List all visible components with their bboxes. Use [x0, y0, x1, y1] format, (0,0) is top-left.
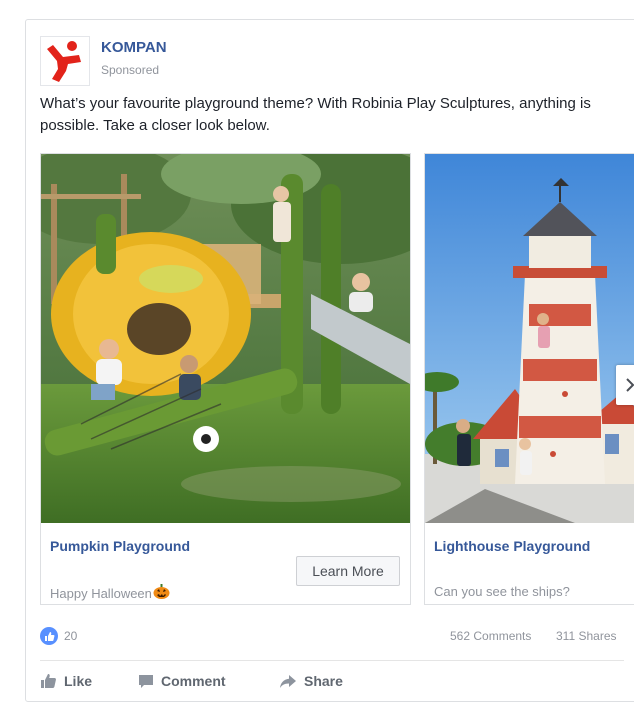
learn-more-button[interactable]: Learn More [296, 556, 400, 586]
sponsored-post: KOMPAN Sponsored What’s your favourite p… [25, 19, 634, 702]
kompan-logo-icon [47, 41, 81, 82]
post-text: What’s your favourite playground theme? … [40, 95, 591, 134]
like-label: Like [64, 673, 93, 689]
post-header: KOMPAN Sponsored [40, 36, 440, 86]
card-description: Happy Halloween [50, 584, 170, 602]
comments-count[interactable]: 562 Comments [450, 629, 531, 643]
chevron-right-icon [626, 378, 634, 392]
pumpkin-playground-image[interactable] [41, 154, 410, 523]
card-description: Can you see the ships? [434, 584, 570, 599]
carousel: Pumpkin Playground Happy Halloween Learn… [40, 153, 634, 607]
card-description-text: Can you see the ships? [434, 584, 570, 599]
post-actions: Like Comment Share [40, 669, 630, 693]
sponsored-label[interactable]: Sponsored [101, 63, 159, 77]
shares-count[interactable]: 311 Shares [556, 629, 617, 643]
card-title[interactable]: Lighthouse Playground [434, 538, 590, 554]
card-description-text: Happy Halloween [50, 585, 152, 601]
page-avatar[interactable] [40, 36, 90, 86]
carousel-next-button[interactable] [616, 365, 634, 405]
thumbs-up-icon [41, 674, 56, 688]
share-button[interactable]: Share [279, 669, 343, 693]
divider [40, 660, 624, 661]
share-label: Share [304, 673, 343, 689]
engagement-stats: 20 562 Comments 311 Shares [40, 625, 630, 647]
card-title[interactable]: Pumpkin Playground [50, 538, 190, 554]
page-name-link[interactable]: KOMPAN [101, 39, 167, 56]
carousel-card-lighthouse[interactable]: Lighthouse Playground Can you see the sh… [424, 153, 634, 605]
jack-o-lantern-icon [153, 584, 170, 602]
comment-label: Comment [161, 673, 226, 689]
carousel-card-pumpkin[interactable]: Pumpkin Playground Happy Halloween Learn… [40, 153, 411, 605]
comment-icon [139, 674, 153, 688]
share-arrow-icon [280, 674, 296, 688]
like-button[interactable]: Like [40, 669, 92, 693]
comment-button[interactable]: Comment [138, 669, 226, 693]
like-count[interactable]: 20 [64, 629, 77, 643]
lighthouse-playground-image[interactable] [425, 154, 634, 523]
like-reaction-icon[interactable] [40, 627, 58, 645]
